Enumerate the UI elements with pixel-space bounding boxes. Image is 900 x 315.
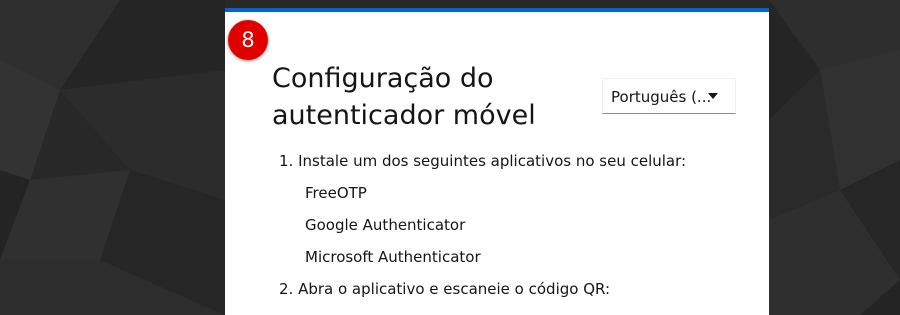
instruction-step-2: 2. Abra o aplicativo e escaneie o código… — [279, 280, 611, 298]
page-title: Configuração do autenticador móvel — [272, 63, 536, 131]
instruction-step-1: 1. Instale um dos seguintes aplicativos … — [279, 152, 687, 170]
app-list-item: Google Authenticator — [305, 216, 466, 234]
language-select-value: Português (... — [611, 88, 712, 106]
step-number-badge: 8 — [228, 20, 268, 60]
language-select[interactable]: Português (... — [602, 78, 736, 114]
caret-down-icon — [708, 93, 718, 99]
app-list-item: FreeOTP — [305, 184, 367, 202]
app-list-item: Microsoft Authenticator — [305, 248, 481, 266]
